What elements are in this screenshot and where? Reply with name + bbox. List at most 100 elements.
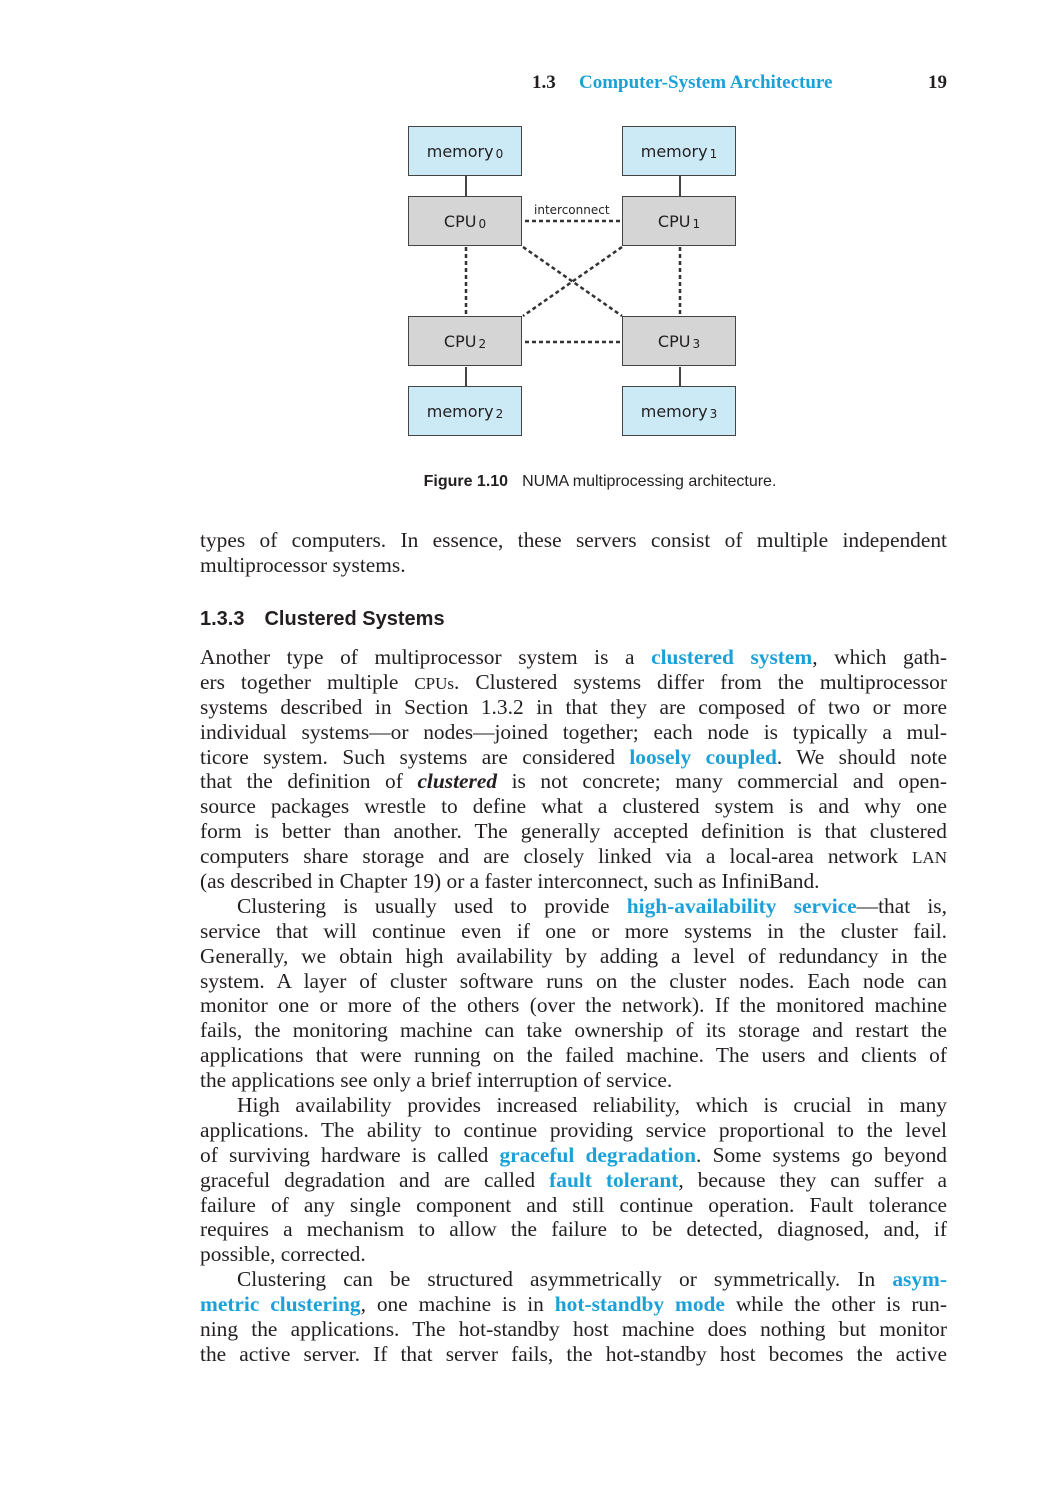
- interconnect-label: interconnect: [534, 203, 610, 217]
- memory-0-label: memory: [426, 141, 494, 161]
- text-line: fails, the monitoring machine can take o…: [200, 1018, 947, 1043]
- text-line: types of computers. In essence, these se…: [200, 528, 947, 552]
- interconnect-cpu0-cpu3: [522, 245, 623, 318]
- cpu-0-label: CPU: [443, 211, 477, 231]
- term-fault-tolerant: fault tolerant: [549, 1167, 679, 1192]
- memory-1-subscript: 1: [709, 147, 718, 161]
- text-span: while the other is run-: [724, 1292, 947, 1317]
- text-line: possible, corrected.: [200, 1242, 366, 1267]
- running-head: 1.3 Computer-System Architecture 19: [0, 72, 947, 98]
- text-span: that the definition of: [200, 769, 418, 794]
- text-line: Clustering can be structured asymmetrica…: [200, 1267, 947, 1292]
- text-line: High availability provides increased rel…: [237, 1093, 947, 1118]
- emphasis-clustered: clustered: [417, 769, 498, 794]
- text-line: source packages wrestle to define what a…: [200, 794, 947, 819]
- text-span: . Clustered systems differ from the mult…: [454, 669, 947, 694]
- text-line: the active server. If that server fails,…: [200, 1341, 947, 1366]
- term-loosely-coupled: loosely coupled: [629, 744, 777, 769]
- memory-1-label: memory: [640, 141, 708, 161]
- cpu-0-subscript: 0: [478, 217, 487, 231]
- memory-0-box: memory 0: [408, 126, 522, 176]
- cpu-3-subscript: 3: [692, 337, 701, 351]
- section-title: Clustered Systems: [264, 608, 445, 630]
- text-span: , one machine is in: [360, 1292, 555, 1317]
- body-text: Another type of multiprocessor system is…: [200, 645, 947, 1367]
- text-line: systems described in Section 1.3.2 in th…: [200, 694, 947, 719]
- text-span: is not concrete; many commercial and ope…: [497, 769, 947, 794]
- cpu-3-label: CPU: [657, 331, 691, 351]
- text-line: ticore system. Such systems are consider…: [200, 745, 947, 770]
- term-asymmetric-clustering-part1: asym-: [892, 1267, 947, 1292]
- text-span: ers together multiple: [200, 669, 415, 694]
- text-line: failure of any single component and stil…: [200, 1192, 947, 1217]
- text-span: Clustering is usually used to provide: [237, 893, 627, 918]
- memory-3-box: memory 3: [622, 386, 736, 436]
- interconnect-cpu1-cpu2: [522, 245, 623, 318]
- text-span: of surviving hardware is called: [200, 1142, 500, 1167]
- text-line: ning the applications. The hot-standby h…: [200, 1317, 947, 1342]
- text-line: service that will continue even if one o…: [200, 918, 947, 943]
- cpu-0-box: CPU 0: [408, 196, 522, 246]
- text-line: of surviving hardware is called graceful…: [200, 1143, 947, 1168]
- term-hot-standby-mode: hot-standby mode: [554, 1292, 725, 1317]
- text-line: graceful degradation and are called faul…: [200, 1168, 947, 1193]
- cpu-1-box: CPU 1: [622, 196, 736, 246]
- text-line: applications that were running on the fa…: [200, 1043, 947, 1068]
- text-span: . We should note: [776, 744, 947, 769]
- text-line: monitor one or more of the others (over …: [200, 993, 947, 1018]
- memory-2-box: memory 2: [408, 386, 522, 436]
- text-line: system. A layer of cluster software runs…: [200, 968, 947, 993]
- term-clustered-system: clustered system: [651, 645, 813, 669]
- section-number: 1.3.3: [200, 608, 245, 630]
- memory-2-label: memory: [426, 401, 494, 421]
- text-span: graceful degradation and are called: [200, 1167, 550, 1192]
- text-span: computers share storage and are closely …: [200, 844, 913, 869]
- intro-paragraph: types of computers. In essence, these se…: [200, 528, 947, 578]
- text-line: Clustering is usually used to provide hi…: [200, 894, 947, 919]
- text-line: requires a mechanism to allow the failur…: [200, 1217, 947, 1242]
- figure-caption-label: Figure 1.10: [423, 473, 509, 490]
- small-caps-lan: LAN: [912, 848, 947, 868]
- text-line: computers share storage and are closely …: [200, 844, 947, 869]
- text-line: metric clustering, one machine is in hot…: [200, 1292, 947, 1317]
- numa-figure: interconnect memory 0 memory 1 CPU 0 CPU 1 C…: [395, 118, 755, 448]
- memory-2-subscript: 2: [495, 407, 504, 421]
- cpu-2-subscript: 2: [478, 337, 487, 351]
- memory-3-subscript: 3: [709, 407, 718, 421]
- text-span: Clustering can be structured asymmetrica…: [237, 1267, 893, 1292]
- running-head-section-title: Computer-System Architecture: [579, 72, 833, 93]
- text-line: that the definition of clustered is not …: [200, 769, 947, 794]
- text-line: (as described in Chapter 19) or a faster…: [200, 869, 820, 894]
- figure-caption: Figure 1.10 NUMA multiprocessing architec…: [0, 473, 1050, 491]
- memory-0-subscript: 0: [495, 147, 504, 161]
- figure-caption-text: NUMA multiprocessing architecture.: [522, 473, 777, 490]
- text-span: , because they can suffer a: [678, 1167, 947, 1192]
- text-span: ticore system. Such systems are consider…: [200, 744, 630, 769]
- cpu-1-subscript: 1: [692, 217, 701, 231]
- cpu-2-label: CPU: [443, 331, 477, 351]
- memory-3-label: memory: [640, 401, 708, 421]
- text-span: Another type of multiprocessor system is…: [200, 645, 652, 669]
- text-line: form is better than another. The general…: [200, 819, 947, 844]
- small-caps-cpus: CPUs: [414, 673, 454, 693]
- text-span: . Some systems go beyond: [696, 1142, 947, 1167]
- cpu-1-label: CPU: [657, 211, 691, 231]
- cpu-2-box: CPU 2: [408, 316, 522, 366]
- text-line: Another type of multiprocessor system is…: [200, 645, 947, 670]
- term-asymmetric-clustering-part2: metric clustering: [200, 1292, 361, 1317]
- cpu-3-box: CPU 3: [622, 316, 736, 366]
- text-line: multiprocessor systems.: [200, 552, 406, 577]
- text-span: , which gath-: [812, 645, 947, 669]
- text-line: ers together multiple CPUs. Clustered sy…: [200, 670, 947, 695]
- term-graceful-degradation: graceful degradation: [499, 1142, 697, 1167]
- page-number: 19: [928, 72, 947, 93]
- text-line: individual systems—or nodes—joined toget…: [200, 719, 947, 744]
- text-line: the applications see only a brief interr…: [200, 1068, 673, 1093]
- memory-1-box: memory 1: [622, 126, 736, 176]
- text-line: Generally, we obtain high availability b…: [200, 943, 947, 968]
- term-high-availability-service: high-availability service: [626, 893, 857, 918]
- running-head-section-number: 1.3: [532, 72, 556, 93]
- text-line: applications. The ability to continue pr…: [200, 1117, 947, 1142]
- section-heading: 1.3.3 Clustered Systems: [200, 608, 445, 631]
- text-span: —that is,: [856, 893, 947, 918]
